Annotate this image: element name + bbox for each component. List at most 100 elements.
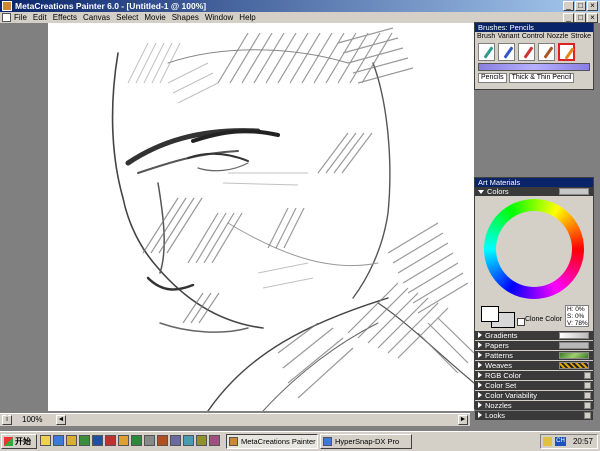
painter-app-icon[interactable] bbox=[2, 1, 12, 11]
section-label: Papers bbox=[485, 341, 509, 350]
menu-edit[interactable]: Edit bbox=[33, 12, 47, 23]
saturation-value: S: 0% bbox=[567, 313, 585, 320]
color-picker[interactable] bbox=[475, 196, 593, 304]
app-icon-3[interactable] bbox=[144, 435, 155, 446]
section-label: RGB Color bbox=[485, 371, 522, 380]
colors-swatch bbox=[559, 188, 589, 195]
expand-triangle-icon[interactable] bbox=[478, 372, 482, 378]
minimize-button[interactable]: _ bbox=[563, 1, 574, 11]
expand-triangle-icon[interactable] bbox=[478, 362, 482, 368]
menu-file[interactable]: File bbox=[14, 12, 27, 23]
section-options-button[interactable] bbox=[584, 382, 591, 389]
window-title-bar[interactable]: MetaCreations Painter 6.0 - [Untitled-1 … bbox=[0, 0, 600, 12]
task-hypersnap[interactable]: HyperSnap-DX Pro bbox=[320, 434, 412, 449]
tab-stroke[interactable]: Stroke bbox=[571, 33, 591, 41]
pens-icon[interactable] bbox=[498, 43, 515, 61]
section-swatch bbox=[559, 352, 589, 359]
art-materials-title[interactable]: Art Materials bbox=[475, 178, 593, 187]
start-label: 开始 bbox=[15, 437, 31, 446]
section-papers[interactable]: Papers bbox=[475, 341, 593, 350]
pencil-selected-icon[interactable] bbox=[558, 43, 575, 61]
menu-movie[interactable]: Movie bbox=[144, 12, 165, 23]
expand-triangle-icon[interactable] bbox=[478, 412, 482, 418]
clone-color-checkbox[interactable] bbox=[517, 318, 525, 326]
section-color-variability[interactable]: Color Variability bbox=[475, 391, 593, 400]
pencils-icon[interactable] bbox=[478, 43, 495, 61]
scroll-left-arrow-icon[interactable]: ◄ bbox=[56, 415, 66, 425]
section-rgb-color[interactable]: RGB Color bbox=[475, 371, 593, 380]
menu-window[interactable]: Window bbox=[205, 12, 233, 23]
section-weaves[interactable]: Weaves bbox=[475, 361, 593, 370]
section-label: Color Variability bbox=[485, 391, 537, 400]
scroll-right-arrow-icon[interactable]: ► bbox=[458, 415, 468, 425]
speaker-icon[interactable] bbox=[543, 437, 552, 446]
drawing-canvas[interactable] bbox=[48, 23, 474, 411]
tab-control[interactable]: Control bbox=[522, 33, 545, 41]
tab-variant[interactable]: Variant bbox=[498, 33, 520, 41]
section-label: Looks bbox=[485, 411, 506, 420]
start-button[interactable]: 开始 bbox=[1, 434, 37, 449]
brush-category[interactable]: Pencils bbox=[478, 73, 507, 83]
clock: 20:57 bbox=[572, 437, 593, 446]
zoom-level: 100% bbox=[22, 415, 43, 424]
task-painter[interactable]: MetaCreations Painter 6... bbox=[226, 434, 318, 449]
app-icon-7[interactable] bbox=[196, 435, 207, 446]
app-icon-6[interactable] bbox=[183, 435, 194, 446]
expand-triangle-icon[interactable] bbox=[478, 352, 482, 358]
brush-size-strip[interactable] bbox=[478, 63, 590, 71]
section-color-set[interactable]: Color Set bbox=[475, 381, 593, 390]
expand-triangle-icon[interactable] bbox=[478, 332, 482, 338]
collapse-triangle-icon[interactable] bbox=[478, 190, 484, 194]
expand-triangle-icon[interactable] bbox=[478, 392, 482, 398]
info-button[interactable]: i bbox=[2, 415, 12, 425]
window-title: MetaCreations Painter 6.0 - [Untitled-1 … bbox=[15, 1, 207, 11]
section-patterns[interactable]: Patterns bbox=[475, 351, 593, 360]
tab-brush[interactable]: Brush bbox=[477, 33, 495, 41]
chalk-icon[interactable] bbox=[518, 43, 535, 61]
maximize-button[interactable]: □ bbox=[575, 1, 586, 11]
primary-color-swatch[interactable] bbox=[481, 306, 499, 322]
section-nozzles[interactable]: Nozzles bbox=[475, 401, 593, 410]
explorer-icon[interactable] bbox=[40, 435, 51, 446]
section-label: Weaves bbox=[485, 361, 512, 370]
section-options-button[interactable] bbox=[584, 372, 591, 379]
section-colors[interactable]: Colors bbox=[475, 187, 593, 196]
section-options-button[interactable] bbox=[584, 392, 591, 399]
excel-icon[interactable] bbox=[131, 435, 142, 446]
section-options-button[interactable] bbox=[584, 402, 591, 409]
menu-canvas[interactable]: Canvas bbox=[83, 12, 110, 23]
app-icon-2[interactable] bbox=[118, 435, 129, 446]
app-icon-8[interactable] bbox=[209, 435, 220, 446]
hue-value: H: 0% bbox=[567, 306, 585, 313]
brush-icon[interactable] bbox=[538, 43, 555, 61]
windows-flag-icon bbox=[4, 437, 13, 446]
desktop-icon[interactable] bbox=[79, 435, 90, 446]
section-gradients[interactable]: Gradients bbox=[475, 331, 593, 340]
menu-effects[interactable]: Effects bbox=[53, 12, 77, 23]
word-icon[interactable] bbox=[92, 435, 103, 446]
ie-icon[interactable] bbox=[53, 435, 64, 446]
menu-select[interactable]: Select bbox=[116, 12, 138, 23]
quick-launch bbox=[40, 435, 220, 446]
section-label: Nozzles bbox=[485, 401, 512, 410]
expand-triangle-icon[interactable] bbox=[478, 402, 482, 408]
brushes-palette-title[interactable]: Brushes: Pencils bbox=[475, 23, 593, 32]
section-options-button[interactable] bbox=[584, 412, 591, 419]
section-label: Color Set bbox=[485, 381, 517, 390]
system-tray: CH 20:57 bbox=[540, 434, 598, 449]
ime-indicator[interactable]: CH bbox=[555, 437, 566, 446]
app-icon-1[interactable] bbox=[105, 435, 116, 446]
expand-triangle-icon[interactable] bbox=[478, 382, 482, 388]
mail-icon[interactable] bbox=[66, 435, 77, 446]
tab-nozzle[interactable]: Nozzle bbox=[547, 33, 568, 41]
menu-shapes[interactable]: Shapes bbox=[172, 12, 199, 23]
close-button[interactable]: × bbox=[587, 1, 598, 11]
section-looks[interactable]: Looks bbox=[475, 411, 593, 420]
document-icon[interactable] bbox=[2, 13, 11, 22]
app-icon-5[interactable] bbox=[170, 435, 181, 446]
app-icon-4[interactable] bbox=[157, 435, 168, 446]
brush-variant[interactable]: Thick & Thin Pencil bbox=[508, 73, 575, 83]
menu-help[interactable]: Help bbox=[239, 12, 255, 23]
expand-triangle-icon[interactable] bbox=[478, 342, 482, 348]
horizontal-scrollbar[interactable]: i 100% ◄ ► bbox=[0, 413, 470, 426]
